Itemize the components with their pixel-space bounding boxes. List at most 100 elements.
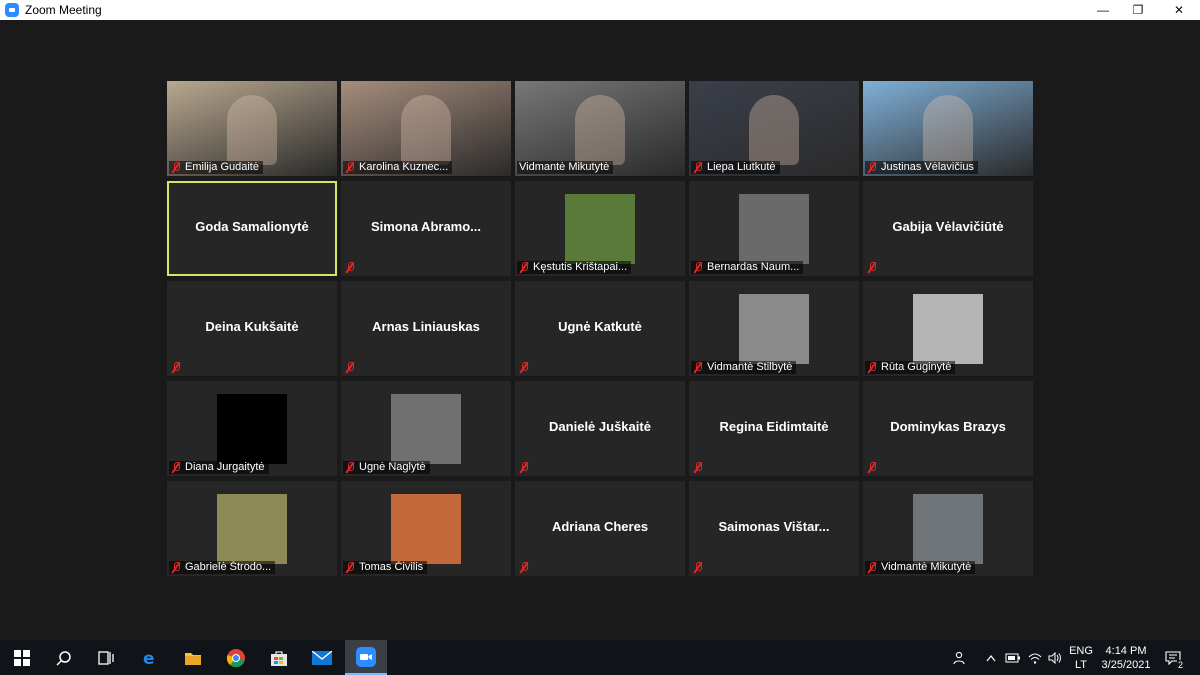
- participant-tile[interactable]: Vidmantė Mikutytė: [515, 81, 685, 176]
- muted-mic-icon: [519, 462, 529, 473]
- profile-picture: [391, 394, 461, 464]
- show-hidden-icons-chevron-icon[interactable]: [983, 640, 999, 675]
- participant-tile[interactable]: Ugnė Naglytė: [341, 381, 511, 476]
- participant-name: Danielė Juškaitė: [549, 419, 651, 434]
- profile-picture: [391, 494, 461, 564]
- participant-tile[interactable]: Arnas Liniauskas: [341, 281, 511, 376]
- profile-picture: [739, 294, 809, 364]
- video-feed: [227, 95, 277, 165]
- participant-name: Simona Abramo...: [370, 219, 482, 234]
- participant-name: Kęstutis Krištapai...: [533, 261, 628, 273]
- participant-name: Arnas Liniauskas: [372, 319, 480, 334]
- profile-picture: [217, 494, 287, 564]
- muted-mic-icon: [693, 562, 703, 573]
- participant-tile[interactable]: Gabija Vėlavičiūtė: [863, 181, 1033, 276]
- participant-name-label: Emilija Gudaitė: [169, 161, 263, 174]
- system-clock[interactable]: 4:14 PM 3/25/2021: [1098, 640, 1154, 675]
- windows-start-icon[interactable]: [3, 640, 41, 675]
- clock-date: 3/25/2021: [1101, 658, 1151, 671]
- zoom-icon[interactable]: [345, 640, 387, 675]
- windows-taskbar: e ENG LT 4:14 PM 3/25/2021 2: [0, 640, 1200, 675]
- participant-name: Deina Kukšaitė: [205, 319, 299, 334]
- participant-name-label: Rūta Guginytė: [865, 361, 956, 374]
- wifi-icon[interactable]: [1026, 640, 1044, 675]
- input-language-indicator[interactable]: ENG LT: [1068, 640, 1094, 675]
- participant-tile[interactable]: Simona Abramo...: [341, 181, 511, 276]
- participant-tile[interactable]: Bernardas Naum...: [689, 181, 859, 276]
- participant-name-label: Tomas Čivilis: [343, 561, 428, 574]
- participant-name: Rūta Guginytė: [881, 361, 952, 373]
- language-code: ENG: [1069, 644, 1093, 657]
- participant-name: Regina Eidimtaitė: [719, 419, 829, 434]
- window-title: Zoom Meeting: [25, 3, 102, 17]
- participant-tile[interactable]: Danielė Juškaitė: [515, 381, 685, 476]
- people-icon[interactable]: [950, 640, 970, 675]
- participant-name: Goda Samalionytė: [195, 219, 309, 234]
- store-icon[interactable]: [260, 640, 298, 675]
- battery-icon[interactable]: [1004, 640, 1022, 675]
- profile-picture: [739, 194, 809, 264]
- profile-picture: [565, 194, 635, 264]
- mail-icon[interactable]: [303, 640, 341, 675]
- participant-tile[interactable]: Rūta Guginytė: [863, 281, 1033, 376]
- task-view-icon[interactable]: [87, 640, 125, 675]
- muted-mic-icon: [693, 262, 703, 273]
- video-feed: [401, 95, 451, 165]
- muted-mic-icon: [345, 262, 355, 273]
- participant-tile[interactable]: Kęstutis Krištapai...: [515, 181, 685, 276]
- muted-mic-icon: [171, 362, 181, 373]
- profile-picture: [217, 394, 287, 464]
- chrome-icon[interactable]: [217, 640, 255, 675]
- participant-name-label: Kęstutis Krištapai...: [517, 261, 632, 274]
- participant-name: Adriana Cheres: [551, 519, 649, 534]
- edge-browser-icon[interactable]: e: [131, 640, 169, 675]
- close-button[interactable]: ✕: [1156, 0, 1200, 20]
- participant-tile[interactable]: Vidmantė Stilbytė: [689, 281, 859, 376]
- participant-name: Bernardas Naum...: [707, 261, 800, 273]
- muted-mic-icon: [345, 362, 355, 373]
- meeting-gallery-view: Emilija Gudaitė Karolina Kuznec... Vidmant…: [0, 20, 1200, 640]
- participant-tile[interactable]: Diana Jurgaitytė: [167, 381, 337, 476]
- restore-button[interactable]: ❐: [1115, 0, 1161, 20]
- participant-name: Tomas Čivilis: [359, 561, 424, 573]
- participant-name-label: Vidmantė Mikutytė: [865, 561, 976, 574]
- participant-name: Gabija Vėlavičiūtė: [892, 219, 1004, 234]
- participant-name: Dominykas Brazys: [890, 419, 1006, 434]
- participant-tile[interactable]: Adriana Cheres: [515, 481, 685, 576]
- region-code: LT: [1074, 658, 1088, 671]
- participant-tile[interactable]: Dominykas Brazys: [863, 381, 1033, 476]
- participant-name: Vidmantė Mikutytė: [881, 561, 972, 573]
- search-icon[interactable]: [45, 640, 83, 675]
- participant-tile[interactable]: Karolina Kuznec...: [341, 81, 511, 176]
- participant-tile[interactable]: Saimonas Vištar...: [689, 481, 859, 576]
- participant-name-label: Vidmantė Mikutytė: [517, 161, 614, 174]
- participant-name: Justinas Vėlavičius: [881, 161, 974, 173]
- muted-mic-icon: [867, 362, 877, 373]
- muted-mic-icon: [693, 462, 703, 473]
- muted-mic-icon: [345, 462, 355, 473]
- participant-tile[interactable]: Tomas Čivilis: [341, 481, 511, 576]
- muted-mic-icon: [693, 162, 703, 173]
- participant-tile[interactable]: Regina Eidimtaitė: [689, 381, 859, 476]
- action-center-icon[interactable]: 2: [1160, 640, 1186, 675]
- participant-tile[interactable]: Liepa Liutkutė: [689, 81, 859, 176]
- participant-tile[interactable]: Justinas Vėlavičius: [863, 81, 1033, 176]
- participant-tile[interactable]: Gabrielė Štrodo...: [167, 481, 337, 576]
- video-feed: [749, 95, 799, 165]
- participant-tile[interactable]: Goda Samalionytė: [167, 181, 337, 276]
- participant-tile[interactable]: Vidmantė Mikutytė: [863, 481, 1033, 576]
- participant-name: Gabrielė Štrodo...: [185, 561, 272, 573]
- file-explorer-icon[interactable]: [174, 640, 212, 675]
- participant-name: Diana Jurgaitytė: [185, 461, 265, 473]
- profile-picture: [913, 294, 983, 364]
- participant-tile[interactable]: Ugnė Katkutė: [515, 281, 685, 376]
- muted-mic-icon: [519, 262, 529, 273]
- participant-tile[interactable]: Emilija Gudaitė: [167, 81, 337, 176]
- muted-mic-icon: [519, 362, 529, 373]
- video-feed: [575, 95, 625, 165]
- muted-mic-icon: [693, 362, 703, 373]
- volume-icon[interactable]: [1046, 640, 1064, 675]
- participant-name-label: Karolina Kuznec...: [343, 161, 453, 174]
- participant-name-label: Vidmantė Stilbytė: [691, 361, 797, 374]
- participant-tile[interactable]: Deina Kukšaitė: [167, 281, 337, 376]
